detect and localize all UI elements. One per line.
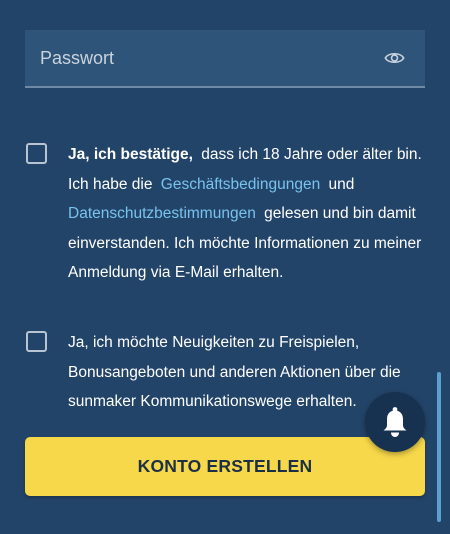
age-terms-text: Ja, ich bestätige, dass ich 18 Jahre ode… [68, 140, 433, 288]
age-terms-checkbox[interactable] [26, 143, 47, 164]
age-confirm-bold: Ja, ich bestätige, [68, 146, 193, 163]
bell-icon [383, 407, 407, 437]
notification-button[interactable] [365, 392, 425, 452]
privacy-link[interactable]: Datenschutzbestimmungen [68, 205, 256, 222]
age-terms-text-2: und [328, 175, 355, 193]
password-field[interactable] [25, 30, 425, 88]
password-input[interactable] [25, 30, 365, 86]
terms-link[interactable]: Geschäftsbedingungen [161, 176, 320, 193]
create-account-button[interactable]: KONTO ERSTELLEN [25, 437, 425, 496]
eye-icon[interactable] [384, 49, 405, 67]
scrollbar[interactable] [437, 372, 441, 522]
marketing-checkbox[interactable] [26, 331, 47, 352]
